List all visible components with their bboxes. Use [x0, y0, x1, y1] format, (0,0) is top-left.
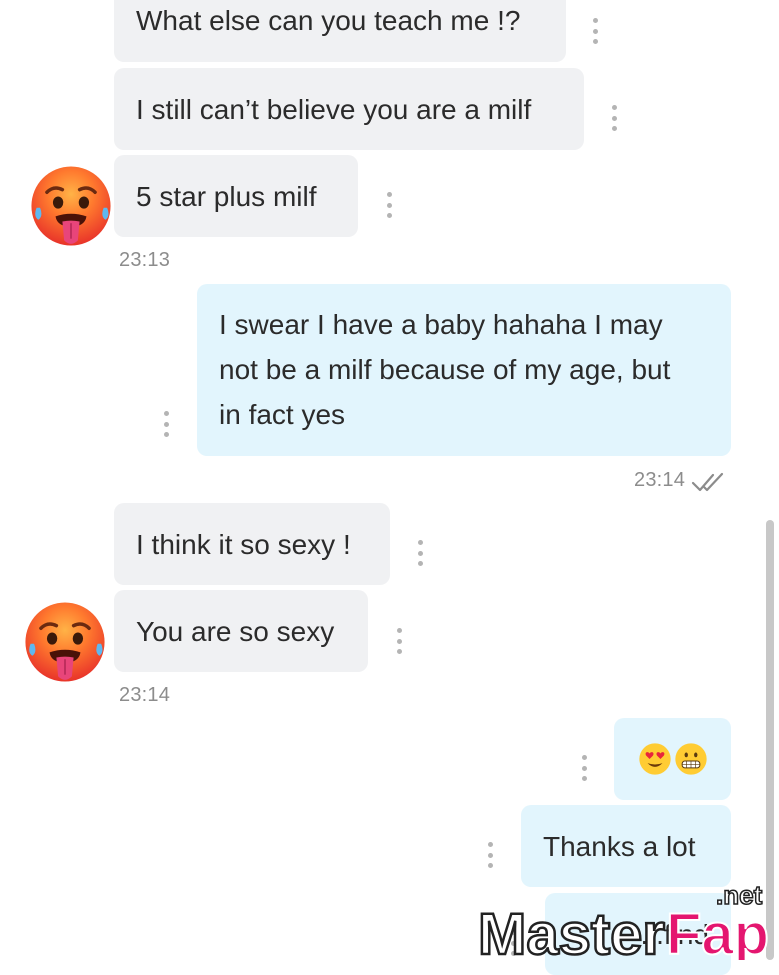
watermark-tld-text: .net [716, 880, 763, 910]
message-text: Thanks a lot [543, 830, 696, 862]
message-options-icon[interactable] [487, 842, 493, 868]
message-bubble-incoming[interactable]: I think it so sexy ! [114, 503, 390, 585]
message-options-icon[interactable] [417, 540, 423, 566]
message-options-icon[interactable] [611, 105, 617, 131]
message-text-line: in fact yes [219, 399, 346, 430]
message-text-line: not be a milf because of my age, but [219, 354, 671, 385]
message-text: I think it so sexy ! [136, 528, 351, 560]
message-bubble-incoming[interactable]: What else can you teach me !? [114, 0, 566, 62]
message-bubble-outgoing[interactable]: I swear I have a baby hahaha I may not b… [197, 284, 731, 456]
message-text: I still can’t believe you are a milf [136, 93, 532, 125]
message-bubble-outgoing[interactable]: Thanks a lot [521, 805, 731, 887]
grimacing-emoji-icon [674, 743, 707, 775]
watermark-master-text: Master [478, 902, 665, 960]
message-bubble-incoming[interactable]: You are so sexy [114, 590, 368, 672]
message-options-icon[interactable] [592, 18, 598, 44]
double-check-icon [691, 472, 724, 492]
message-options-icon[interactable] [163, 411, 169, 437]
message-bubble-outgoing[interactable]: 😍😬 [614, 718, 731, 800]
message-timestamp: 23:14 [634, 469, 686, 491]
message-text: 5 star plus milf [136, 180, 317, 212]
heart-eyes-emoji-icon [638, 743, 671, 775]
message-options-icon[interactable] [396, 628, 402, 654]
hot-face-emoji-avatar-icon[interactable] [22, 599, 108, 685]
message-timestamp: 23:13 [119, 249, 171, 271]
message-timestamp: 23:14 [119, 684, 171, 706]
message-bubble-incoming[interactable]: 5 star plus milf [114, 155, 358, 237]
message-bubble-incoming[interactable]: I still can’t believe you are a milf [114, 68, 584, 150]
message-options-icon[interactable] [386, 192, 392, 218]
watermark-logo: Master Fap .net [477, 880, 770, 960]
message-options-icon[interactable] [581, 755, 587, 781]
message-text-line: I swear I have a baby hahaha I may [219, 309, 663, 340]
message-text: You are so sexy [136, 615, 335, 647]
message-text: What else can you teach me !? [136, 5, 521, 36]
watermark-fap-text: Fap [666, 902, 769, 960]
hot-face-emoji-avatar-icon[interactable] [28, 163, 114, 249]
